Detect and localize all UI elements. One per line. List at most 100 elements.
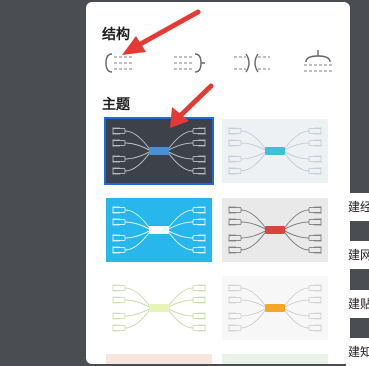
- branch-line: [282, 229, 310, 251]
- side-list-item[interactable]: 建网: [346, 241, 369, 269]
- topic-node: [228, 235, 242, 241]
- central-topic-node: [149, 304, 169, 312]
- topic-node: [192, 128, 206, 134]
- branch-line: [240, 229, 268, 239]
- topic-node: [112, 313, 126, 319]
- topic-node: [112, 168, 126, 174]
- topic-node: [308, 247, 322, 253]
- side-list-item[interactable]: 建经: [346, 193, 369, 221]
- branch-line: [124, 142, 152, 152]
- topic-node: [308, 156, 322, 162]
- topic-node: [192, 140, 206, 146]
- branch-line: [166, 307, 194, 329]
- topic-node: [308, 313, 322, 319]
- light-blue-theme-thumbnail[interactable]: [222, 119, 328, 183]
- branch-line: [124, 209, 152, 231]
- branch-line: [282, 299, 310, 309]
- mint-theme-thumbnail-partial[interactable]: [222, 354, 328, 364]
- topic-node: [192, 168, 206, 174]
- topic-node: [308, 219, 322, 225]
- topic-node: [112, 207, 126, 213]
- topic-node: [112, 285, 126, 291]
- branch-line: [240, 307, 268, 317]
- topic-node: [308, 128, 322, 134]
- topic-node: [228, 156, 242, 162]
- topic-node: [192, 247, 206, 253]
- branch-line: [240, 287, 268, 309]
- side-list-item[interactable]: 建知: [346, 338, 369, 366]
- branch-line: [166, 130, 194, 152]
- topic-node: [112, 297, 126, 303]
- branch-line: [282, 307, 310, 317]
- topic-node: [112, 325, 126, 331]
- branch-line: [124, 150, 152, 160]
- structure-section-title: 结构: [102, 27, 130, 43]
- branch-line: [124, 299, 152, 309]
- topic-node: [228, 219, 242, 225]
- branch-line: [240, 209, 268, 231]
- branch-line: [166, 287, 194, 309]
- topic-node: [308, 297, 322, 303]
- dark-theme-thumbnail[interactable]: [104, 117, 214, 185]
- branch-line: [240, 142, 268, 152]
- topic-node: [192, 285, 206, 291]
- topic-node: [112, 219, 126, 225]
- topic-node: [228, 140, 242, 146]
- topic-node: [228, 207, 242, 213]
- topic-node: [112, 247, 126, 253]
- topic-node: [192, 235, 206, 241]
- branch-line: [282, 150, 310, 160]
- theme-section-title: 主题: [102, 97, 130, 113]
- topic-node: [112, 156, 126, 162]
- orange-theme-thumbnail[interactable]: [222, 276, 328, 340]
- topic-node: [228, 168, 242, 174]
- branch-line: [124, 150, 152, 172]
- topic-node: [228, 285, 242, 291]
- topic-node: [112, 128, 126, 134]
- branch-line: [166, 209, 194, 231]
- topic-node: [228, 247, 242, 253]
- branch-line: [166, 307, 194, 317]
- green-theme-thumbnail[interactable]: [106, 276, 212, 340]
- central-topic-node: [149, 147, 169, 155]
- branch-line: [166, 229, 194, 251]
- branch-line: [282, 130, 310, 152]
- topic-node: [192, 297, 206, 303]
- branch-line: [124, 287, 152, 309]
- cyan-theme-thumbnail[interactable]: [106, 198, 212, 262]
- red-center-theme-thumbnail[interactable]: [222, 198, 328, 262]
- branch-line: [240, 221, 268, 231]
- topic-node: [192, 313, 206, 319]
- branch-line: [282, 142, 310, 152]
- branch-line: [166, 142, 194, 152]
- side-list-item[interactable]: 建贴: [346, 290, 369, 318]
- right-tree-structure-icon[interactable]: [168, 46, 208, 80]
- branch-line: [240, 307, 268, 329]
- central-topic-node: [265, 304, 285, 312]
- topic-node: [308, 168, 322, 174]
- branch-line: [166, 150, 194, 160]
- topic-node: [308, 325, 322, 331]
- branch-line: [240, 150, 268, 172]
- branch-line: [240, 299, 268, 309]
- branch-line: [166, 299, 194, 309]
- org-chart-structure-icon[interactable]: [298, 46, 338, 80]
- branch-line: [166, 229, 194, 239]
- branch-line: [240, 130, 268, 152]
- central-topic-node: [265, 226, 285, 234]
- branch-line: [124, 130, 152, 152]
- branch-line: [282, 209, 310, 231]
- topic-node: [228, 297, 242, 303]
- left-tree-structure-icon[interactable]: [100, 46, 140, 80]
- topic-node: [112, 235, 126, 241]
- topic-node: [308, 235, 322, 241]
- balanced-structure-icon[interactable]: [232, 46, 272, 80]
- topic-node: [192, 207, 206, 213]
- peach-theme-thumbnail-partial[interactable]: [106, 354, 212, 364]
- branch-line: [282, 150, 310, 172]
- branch-line: [282, 229, 310, 239]
- topic-node: [112, 140, 126, 146]
- branch-line: [240, 150, 268, 160]
- branch-line: [124, 221, 152, 231]
- topic-node: [192, 219, 206, 225]
